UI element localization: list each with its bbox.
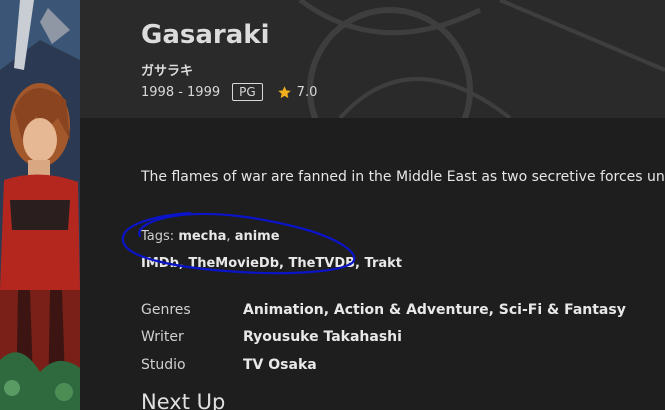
link-trakt[interactable]: Trakt xyxy=(365,256,402,271)
series-poster[interactable] xyxy=(0,0,80,410)
writer-value[interactable]: Ryousuke Takahashi xyxy=(243,329,402,345)
production-years: 1998 - 1999 xyxy=(141,84,221,100)
link-thetvdb[interactable]: TheTVDB xyxy=(288,256,355,271)
external-links: IMDb, TheMovieDb, TheTVDB, Trakt xyxy=(141,256,402,271)
link-imdb[interactable]: IMDb xyxy=(141,256,179,271)
tags-row: Tags: mecha, anime xyxy=(141,229,280,244)
star-icon xyxy=(277,85,292,100)
next-up-heading: Next Up xyxy=(141,390,226,410)
original-title: ガサラキ xyxy=(141,64,194,79)
genres-value[interactable]: Animation, Action & Adventure, Sci-Fi & … xyxy=(243,302,626,318)
page-title: Gasaraki xyxy=(141,20,270,50)
link-themoviedb[interactable]: TheMovieDb xyxy=(188,256,279,271)
details-table: Genres Animation, Action & Adventure, Sc… xyxy=(141,296,626,379)
writer-label: Writer xyxy=(141,329,184,346)
parental-rating-badge: PG xyxy=(232,83,263,101)
detail-row-studio: Studio TV Osaka xyxy=(141,351,626,379)
detail-row-genres: Genres Animation, Action & Adventure, Sc… xyxy=(141,296,626,324)
genres-label: Genres xyxy=(141,301,191,318)
tag-link-anime[interactable]: anime xyxy=(235,229,280,244)
item-meta-row: 1998 - 1999 PG 7.0 xyxy=(141,82,317,102)
link-separator: , xyxy=(178,256,189,271)
item-details-page: Gasaraki ガサラキ 1998 - 1999 PG 7.0 The fla… xyxy=(0,0,665,410)
detail-row-writer: Writer Ryousuke Takahashi xyxy=(141,324,626,352)
studio-value[interactable]: TV Osaka xyxy=(243,357,317,373)
tag-link-mecha[interactable]: mecha xyxy=(178,229,226,244)
overview-text: The flames of war are fanned in the Midd… xyxy=(141,169,665,185)
poster-art xyxy=(0,0,80,410)
tags-label: Tags: xyxy=(141,229,175,244)
community-rating: 7.0 xyxy=(296,84,318,100)
tag-separator: , xyxy=(226,229,235,244)
studio-label: Studio xyxy=(141,356,186,373)
link-separator: , xyxy=(355,256,365,271)
